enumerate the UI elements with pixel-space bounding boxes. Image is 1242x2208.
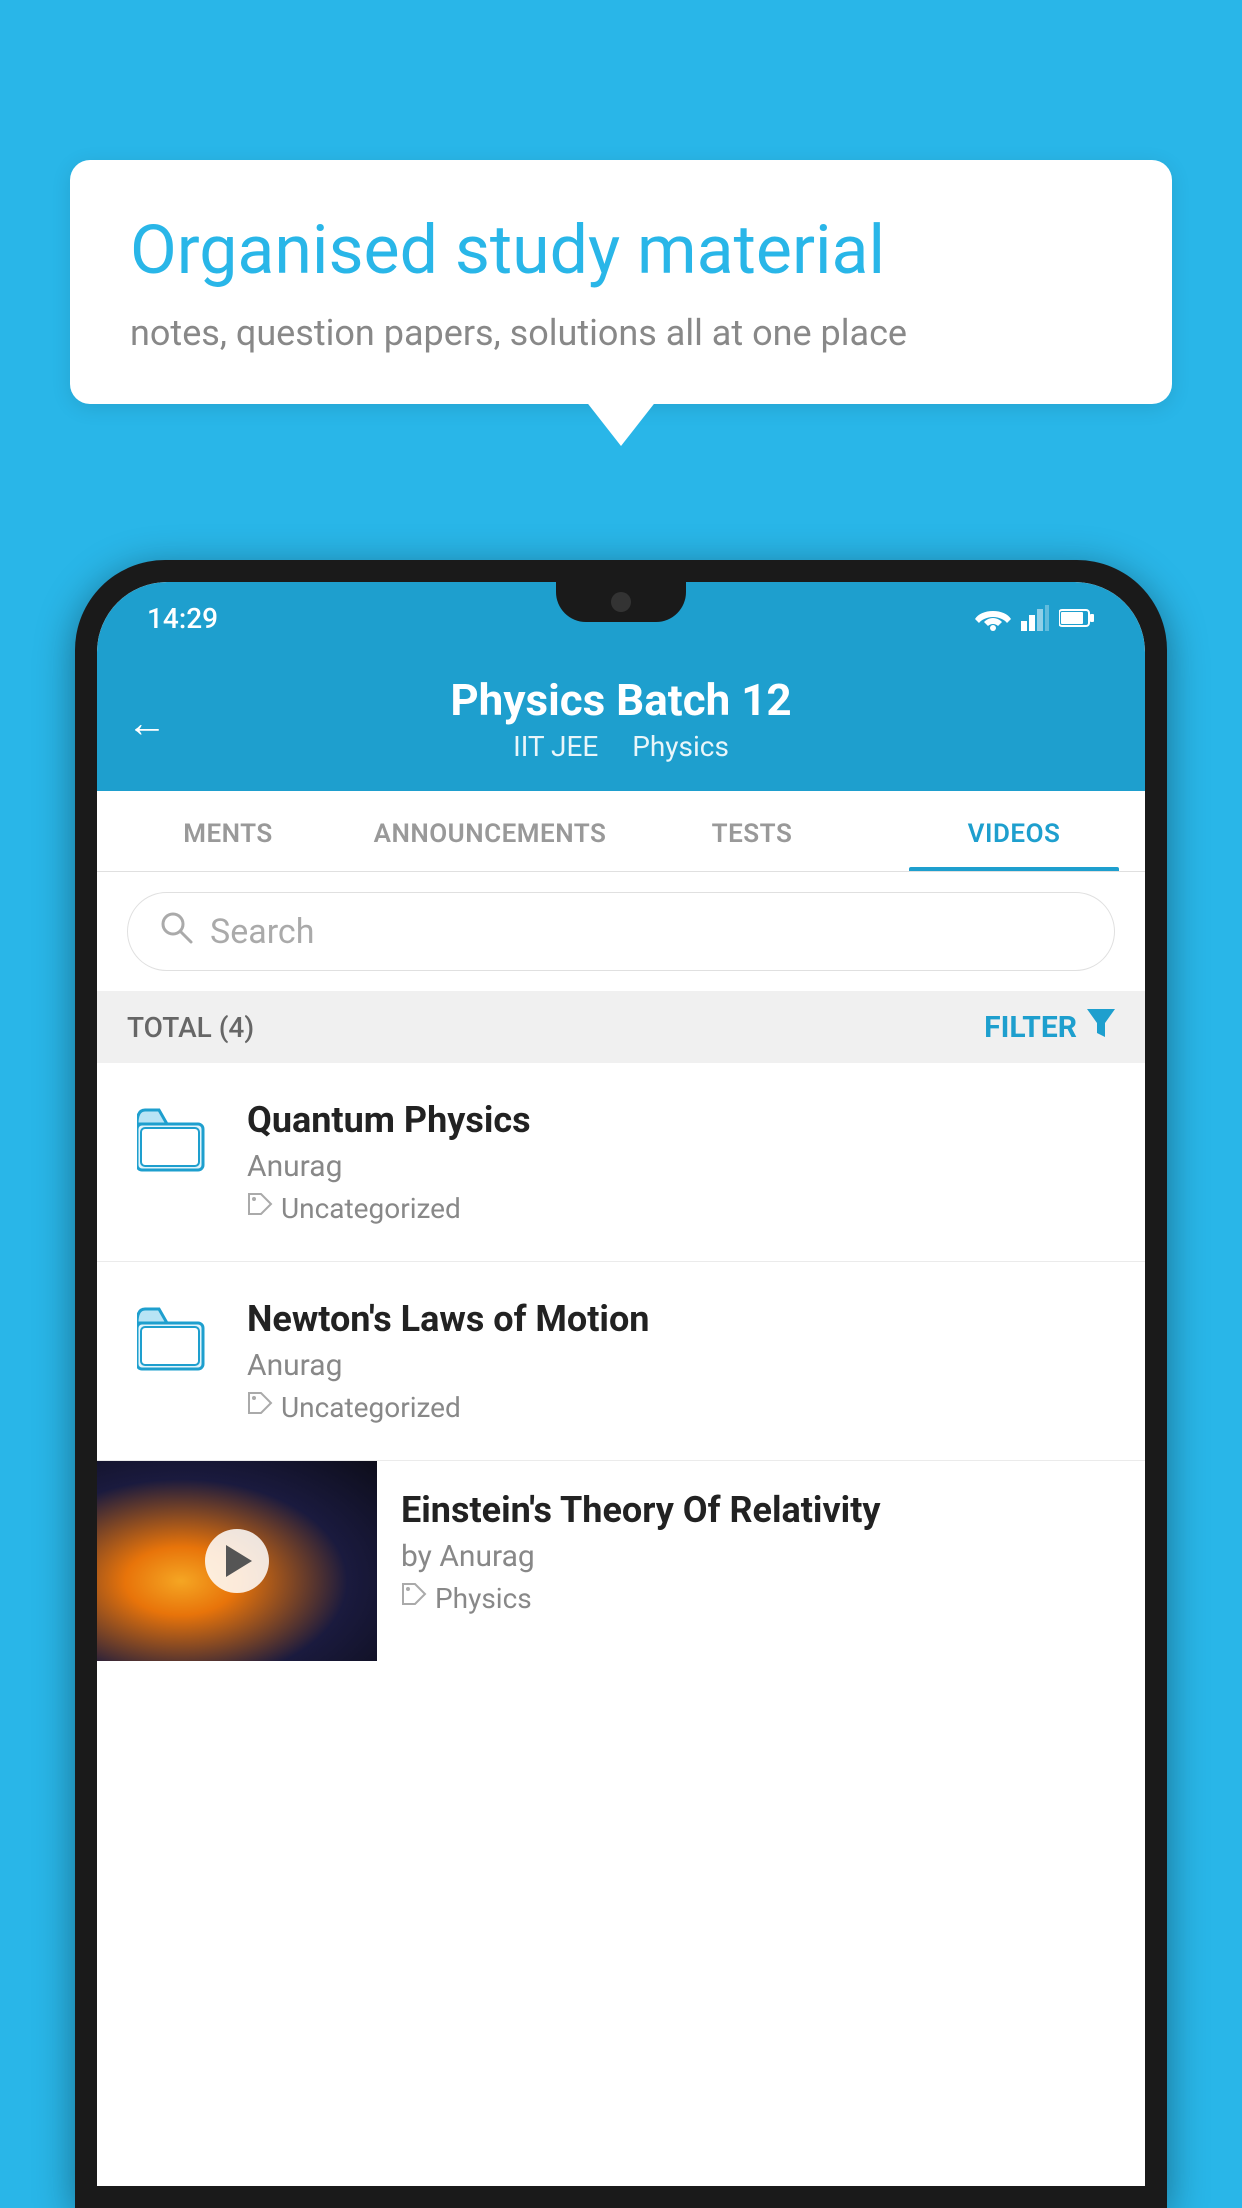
phone-frame: 14:29 — [75, 560, 1167, 2208]
header-subtitle: IIT JEE Physics — [513, 730, 729, 763]
filter-label: FILTER — [984, 1010, 1077, 1045]
status-bar: 14:29 — [97, 582, 1145, 654]
battery-icon — [1059, 608, 1095, 628]
filter-bar: TOTAL (4) FILTER — [97, 991, 1145, 1063]
tag-icon — [401, 1582, 427, 1615]
speech-bubble: Organised study material notes, question… — [70, 160, 1172, 404]
camera-dot — [611, 592, 631, 612]
status-time: 14:29 — [147, 602, 218, 635]
app-header: ← Physics Batch 12 IIT JEE Physics — [97, 654, 1145, 791]
item-content: Newton's Laws of Motion Anurag Uncategor… — [247, 1298, 1115, 1424]
header-title: Physics Batch 12 — [450, 674, 791, 726]
item-author: Anurag — [247, 1149, 1115, 1184]
search-container: Search — [97, 872, 1145, 991]
signal-icon — [1021, 605, 1049, 631]
list-item[interactable]: Newton's Laws of Motion Anurag Uncategor… — [97, 1262, 1145, 1461]
item-author: by Anurag — [401, 1539, 1121, 1574]
total-count: TOTAL (4) — [127, 1011, 254, 1044]
play-triangle-icon — [226, 1545, 252, 1577]
filter-button[interactable]: FILTER — [984, 1009, 1115, 1045]
filter-icon — [1087, 1009, 1115, 1045]
tag-label: Physics — [435, 1582, 532, 1615]
phone-screen: 14:29 — [97, 582, 1145, 2186]
bubble-subtitle: notes, question papers, solutions all at… — [130, 312, 1112, 354]
tag-icon — [247, 1192, 273, 1225]
folder-icon — [127, 1298, 217, 1374]
status-icons — [975, 605, 1095, 631]
video-thumbnail — [97, 1461, 377, 1661]
content-list: Quantum Physics Anurag Uncategorized — [97, 1063, 1145, 2186]
tab-videos[interactable]: VIDEOS — [883, 791, 1145, 871]
tag-label: Uncategorized — [281, 1391, 461, 1424]
back-button[interactable]: ← — [127, 699, 167, 746]
subtitle-iitjee: IIT JEE — [513, 730, 598, 763]
item-title: Newton's Laws of Motion — [247, 1298, 1115, 1340]
play-button[interactable] — [205, 1529, 269, 1593]
search-bar[interactable]: Search — [127, 892, 1115, 971]
tab-tests[interactable]: TESTS — [621, 791, 883, 871]
bubble-title: Organised study material — [130, 210, 1112, 292]
wifi-icon — [975, 605, 1011, 631]
folder-icon — [127, 1099, 217, 1175]
tag-label: Uncategorized — [281, 1192, 461, 1225]
item-title: Einstein's Theory Of Relativity — [401, 1489, 1121, 1531]
list-item[interactable]: Quantum Physics Anurag Uncategorized — [97, 1063, 1145, 1262]
item-author: Anurag — [247, 1348, 1115, 1383]
item-content: Quantum Physics Anurag Uncategorized — [247, 1099, 1115, 1225]
tab-ments[interactable]: MENTS — [97, 791, 359, 871]
list-item-thumb[interactable]: Einstein's Theory Of Relativity by Anura… — [97, 1461, 1145, 1661]
tab-announcements[interactable]: ANNOUNCEMENTS — [359, 791, 621, 871]
search-placeholder: Search — [210, 912, 314, 952]
search-icon — [158, 909, 194, 954]
tabs-bar: MENTS ANNOUNCEMENTS TESTS VIDEOS — [97, 791, 1145, 872]
item-tag: Uncategorized — [247, 1391, 1115, 1424]
tag-icon — [247, 1391, 273, 1424]
item-tag: Physics — [401, 1582, 1121, 1615]
item-tag: Uncategorized — [247, 1192, 1115, 1225]
item-title: Quantum Physics — [247, 1099, 1115, 1141]
notch — [556, 582, 686, 622]
subtitle-physics: Physics — [632, 730, 729, 763]
item-content: Einstein's Theory Of Relativity by Anura… — [377, 1461, 1145, 1643]
